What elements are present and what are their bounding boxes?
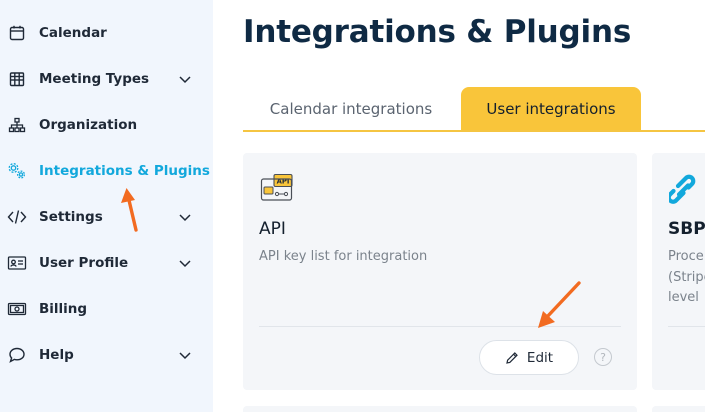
api-icon: API [260,173,294,203]
card-title: SBP [668,219,705,239]
calendar-icon [7,23,27,43]
tab-user-integrations[interactable]: User integrations [461,87,641,130]
integration-card [652,406,705,412]
sidebar-item-label: Organization [39,117,138,133]
sidebar-item-label: Calendar [39,25,107,41]
card-divider [668,326,705,327]
sidebar-item-calendar[interactable]: Calendar [0,10,213,56]
chevron-down-icon[interactable] [177,209,193,225]
chevron-down-icon[interactable] [177,255,193,271]
sidebar-item-label: Help [39,347,74,363]
money-bill-icon [7,299,27,319]
card-description-line: (Stripe [668,269,705,285]
sidebar-item-integrations-plugins[interactable]: Integrations & Plugins [0,148,213,194]
meeting-types-grid-icon [7,69,27,89]
card-title: API [259,219,286,239]
chevron-down-icon[interactable] [177,347,193,363]
id-card-icon [7,253,27,273]
chevron-down-icon[interactable] [177,71,193,87]
sidebar-item-label: Integrations & Plugins [39,163,210,179]
card-description-line: level [668,290,699,305]
code-icon [7,207,27,227]
sidebar-item-billing[interactable]: Billing [0,286,213,332]
sidebar-item-meeting-types[interactable]: Meeting Types [0,56,213,102]
card-divider [259,326,621,327]
pencil-icon [506,351,518,364]
integration-card [243,406,637,412]
app-window: Calendar Meeting Types Organization Inte… [0,0,705,412]
api-integration-card: API API API key list for integration Edi… [243,153,637,390]
edit-button[interactable]: Edit [479,340,579,375]
tab-calendar-integrations[interactable]: Calendar integrations [243,87,459,130]
gears-icon [7,161,27,181]
sidebar-item-organization[interactable]: Organization [0,102,213,148]
card-description: API key list for integration [259,249,428,264]
card-description-line: Proce [668,249,704,264]
sidebar-item-label: Billing [39,301,88,317]
edit-button-label: Edit [526,349,554,366]
sidebar-item-label: User Profile [39,255,129,271]
sidebar-item-user-profile[interactable]: User Profile [0,240,213,286]
sidebar-item-label: Meeting Types [39,71,150,87]
sidebar-item-settings[interactable]: Settings [0,194,213,240]
help-icon[interactable]: ? [594,348,612,366]
sidebar-item-label: Settings [39,209,103,225]
sidebar-item-help[interactable]: Help [0,332,213,378]
page-title: Integrations & Plugins [243,14,632,50]
card-description: Proce (Stripe level [668,247,705,309]
sbp-integration-card: SBP Proce (Stripe level [652,153,705,390]
integration-tabs: Calendar integrations User integrations [243,87,705,132]
sidebar: Calendar Meeting Types Organization Inte… [0,0,213,412]
chat-bubble-icon [7,345,27,365]
sbp-logo-icon [666,173,699,205]
organization-tree-icon [7,115,27,135]
